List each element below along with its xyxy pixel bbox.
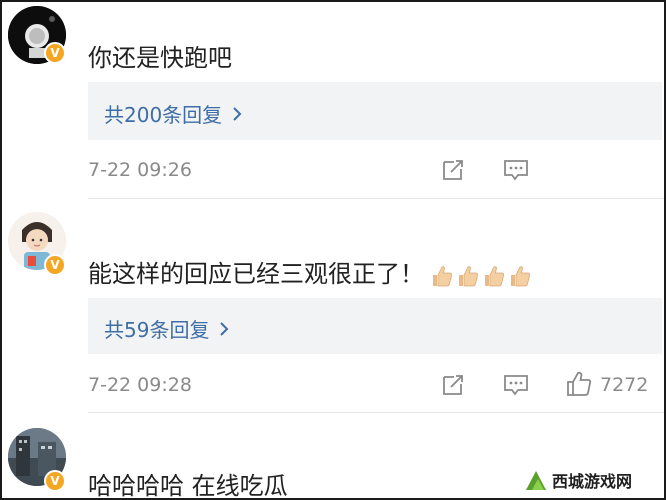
reply-count-label: 共59条回复 [104,318,210,342]
chevron-right-icon [219,318,229,342]
view-replies-link[interactable]: 共59条回复 [104,314,229,343]
thumbs-up-icon [508,264,532,288]
forward-icon[interactable] [441,158,465,186]
chevron-right-icon [232,103,242,127]
thumbs-up-icon [456,264,480,288]
comment-thread: V 你还是快跑吧 共200条回复 7-22 09:26 V 能这样的回应已经三观… [0,0,666,500]
like-count: 7272 [600,374,649,396]
comment-text: 哈哈哈哈 在线吃瓜 [88,472,288,500]
view-replies-link[interactable]: 共200条回复 [104,99,242,128]
forward-icon[interactable] [441,373,465,401]
verified-badge-icon: V [44,42,66,64]
watermark-logo: 西城游戏网 [522,466,660,496]
divider [88,198,664,199]
verified-badge-icon: V [44,254,66,276]
comment-timestamp: 7-22 09:26 [88,159,192,181]
reply-summary-box[interactable]: 共59条回复 [88,298,662,354]
comment-text-content: 能这样的回应已经三观很正了！ [88,260,424,288]
comment-icon[interactable] [503,158,529,186]
divider [88,412,664,413]
comment-text: 能这样的回应已经三观很正了！ [88,254,534,289]
svg-text:西城游戏网: 西城游戏网 [552,472,632,491]
comment-text: 你还是快跑吧 [88,44,232,72]
reply-summary-box[interactable]: 共200条回复 [88,82,662,140]
comment-timestamp: 7-22 09:28 [88,374,192,396]
verified-badge-icon: V [44,470,66,492]
like-icon[interactable] [565,370,593,402]
emoji-group [430,261,534,289]
thumbs-up-icon [482,264,506,288]
comment-icon[interactable] [503,373,529,401]
reply-count-label: 共200条回复 [104,103,223,127]
thumbs-up-icon [430,264,454,288]
